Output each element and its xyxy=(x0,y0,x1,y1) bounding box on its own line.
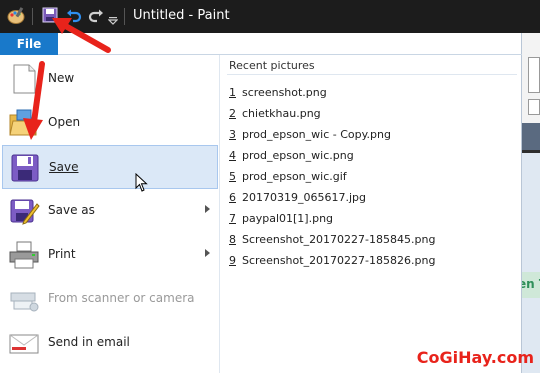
submenu-arrow-icon xyxy=(205,205,210,213)
canvas-edge xyxy=(520,153,540,373)
paint-app-icon[interactable] xyxy=(6,7,26,29)
file-menu: File New Open Save Save as Print From sc… xyxy=(0,33,522,373)
submenu-arrow-icon xyxy=(205,249,210,257)
canvas-area-edge xyxy=(520,123,540,153)
save-icon xyxy=(9,152,41,184)
recent-item[interactable]: 5 prod_epson_wic.gif xyxy=(229,170,347,190)
save-command[interactable]: Save xyxy=(2,145,218,192)
send-email-label: Send in email xyxy=(48,335,130,349)
recent-item[interactable]: 3 prod_epson_wic - Copy.png xyxy=(229,128,391,148)
printer-icon xyxy=(8,239,40,271)
recent-item[interactable]: 1 screenshot.png xyxy=(229,86,327,106)
new-label: New xyxy=(48,71,75,85)
redo-icon[interactable] xyxy=(88,7,104,27)
title-separator xyxy=(124,8,125,25)
paint-window: en T xyxy=(0,0,540,373)
scanner-icon xyxy=(8,283,40,315)
recent-divider xyxy=(227,74,517,75)
recent-item[interactable]: 2 chietkhau.png xyxy=(229,107,321,127)
ribbon-edge xyxy=(520,33,540,123)
recent-item[interactable]: 6 20170319_065617.jpg xyxy=(229,191,366,211)
undo-icon[interactable] xyxy=(66,7,82,27)
quick-save-icon[interactable] xyxy=(42,7,58,27)
file-tab[interactable]: File xyxy=(0,33,58,55)
recent-pictures-panel: Recent pictures 1 screenshot.png 2 chietkh… xyxy=(221,55,521,373)
recent-item[interactable]: 7 paypal01[1].png xyxy=(229,212,333,232)
recent-item[interactable]: 9 Screenshot_20170227-185826.png xyxy=(229,254,435,274)
new-command[interactable]: New xyxy=(2,57,218,101)
open-command[interactable]: Open xyxy=(2,101,218,145)
color-swatch[interactable] xyxy=(528,57,540,93)
title-separator xyxy=(32,8,33,25)
recent-item[interactable]: 8 Screenshot_20170227-185845.png xyxy=(229,233,435,253)
open-folder-icon xyxy=(8,107,40,139)
print-command[interactable]: Print xyxy=(2,233,218,277)
new-file-icon xyxy=(8,63,40,95)
title-bar: Untitled - Paint xyxy=(0,0,540,33)
command-list: New Open Save Save as Print From scanner… xyxy=(0,55,220,373)
scanner-command[interactable]: From scanner or camera xyxy=(2,277,218,321)
send-email-command[interactable]: Send in email xyxy=(2,321,218,365)
print-label: Print xyxy=(48,247,76,261)
recent-item[interactable]: 4 prod_epson_wic.png xyxy=(229,149,354,169)
scanner-label: From scanner or camera xyxy=(48,291,195,305)
window-title: Untitled - Paint xyxy=(133,8,230,23)
customize-toolbar-icon[interactable] xyxy=(107,11,119,30)
save-as-command[interactable]: Save as xyxy=(2,189,218,233)
open-label: Open xyxy=(48,115,81,129)
color-swatch[interactable] xyxy=(528,99,540,115)
watermark: CoGiHay.com xyxy=(416,348,534,367)
recent-pictures-title: Recent pictures xyxy=(229,59,315,72)
email-icon xyxy=(8,327,40,359)
save-label: Save xyxy=(49,160,79,174)
save-as-icon xyxy=(8,195,40,227)
save-as-label: Save as xyxy=(48,203,95,217)
